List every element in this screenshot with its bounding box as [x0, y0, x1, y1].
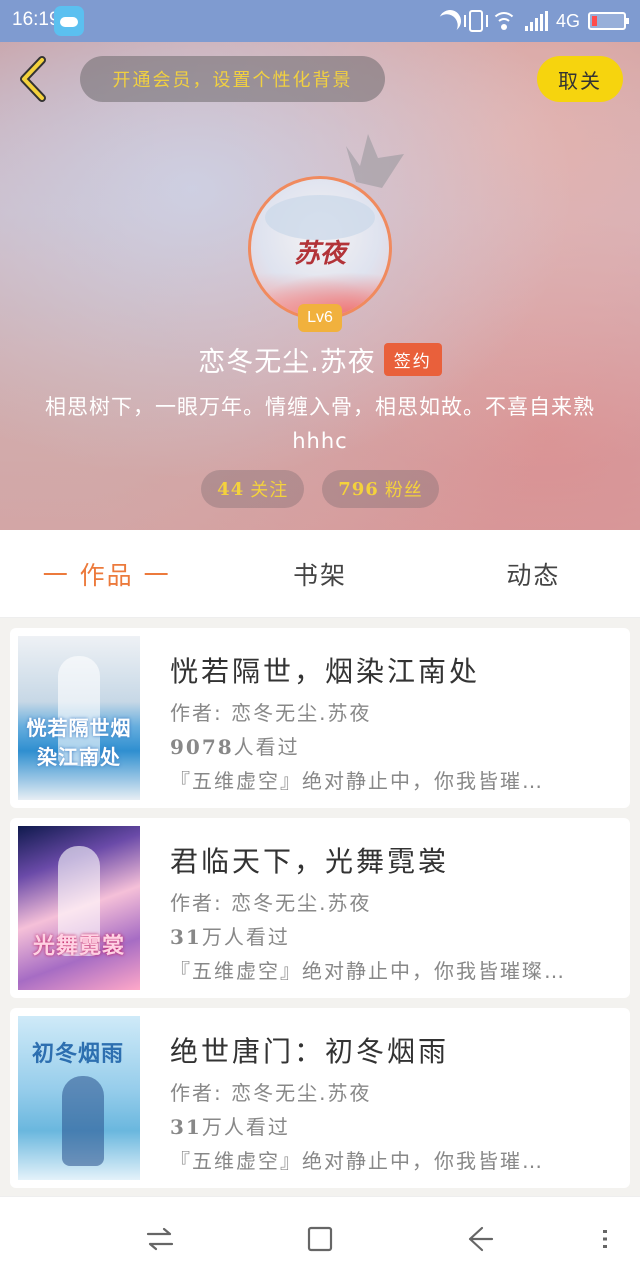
- weather-icon: [54, 6, 84, 36]
- cover-title: 初冬烟雨: [32, 1042, 125, 1067]
- recent-apps-button[interactable]: [120, 1197, 200, 1280]
- book-card[interactable]: 光舞霓裳 君临天下，光舞霓裳 作者: 恋冬无尘.苏夜 31万人看过 『五维虚空』…: [10, 818, 630, 998]
- book-description: 『五维虚空』绝对静止中，你我皆璀…: [170, 769, 544, 793]
- following-count: 44: [217, 478, 245, 500]
- following-stat[interactable]: 44 关注: [201, 470, 305, 508]
- followers-count: 796: [338, 478, 379, 500]
- book-views: 31万人看过: [170, 925, 290, 949]
- menu-icon: [603, 1230, 607, 1248]
- avatar-text: 苏夜: [293, 239, 346, 269]
- name-row: 恋冬无尘.苏夜 签约: [0, 340, 640, 379]
- network-type: 4G: [555, 10, 580, 31]
- username: 恋冬无尘.苏夜: [198, 347, 376, 378]
- book-card[interactable]: 初冬烟雨 绝世唐门：初冬烟雨 作者: 恋冬无尘.苏夜 31万人看过 『五维虚空』…: [10, 1008, 630, 1188]
- user-bio: 相思树下，一眼万年。情缠入骨，相思如故。不喜自来熟hhhc: [45, 395, 595, 453]
- battery-icon: [588, 12, 629, 30]
- book-author: 作者: 恋冬无尘.苏夜: [170, 891, 372, 915]
- tab-bookshelf[interactable]: 书架: [213, 530, 426, 617]
- home-button[interactable]: [280, 1197, 360, 1280]
- home-square-icon: [307, 1226, 333, 1252]
- tab-activity[interactable]: 动态: [427, 530, 640, 617]
- book-title: 君临天下，光舞霓裳: [170, 845, 450, 878]
- signal-icon: [524, 11, 548, 31]
- wifi-icon: [490, 10, 517, 32]
- status-icons: 4G: [439, 6, 629, 36]
- book-cover: 恍若隔世烟染江南处: [18, 636, 140, 800]
- profile-tabs: 一 作品 一 书架 动态: [0, 530, 640, 618]
- book-description: 『五维虚空』绝对静止中，你我皆璀璨…: [170, 959, 566, 983]
- system-nav-bar: [0, 1196, 640, 1280]
- book-description: 『五维虚空』绝对静止中，你我皆璀…: [170, 1149, 544, 1173]
- follow-stats: 44 关注 796 粉丝: [0, 470, 640, 508]
- book-views: 31万人看过: [170, 1115, 290, 1139]
- book-title: 恍若隔世，烟染江南处: [170, 655, 481, 688]
- vip-background-banner[interactable]: 开通会员，设置个性化背景: [80, 56, 385, 102]
- vibrate-icon: [463, 10, 488, 32]
- book-card[interactable]: 恍若隔世烟染江南处 恍若隔世，烟染江南处 作者: 恋冬无尘.苏夜 9078人看过…: [10, 628, 630, 808]
- back-arrow-icon: [468, 1226, 494, 1252]
- switch-icon: [146, 1227, 174, 1251]
- book-views: 9078人看过: [170, 735, 300, 759]
- system-back-button[interactable]: [440, 1197, 520, 1280]
- tab-works[interactable]: 一 作品 一: [0, 530, 213, 617]
- book-cover: 光舞霓裳: [18, 826, 140, 990]
- back-button[interactable]: [12, 54, 56, 104]
- level-badge: Lv6: [298, 304, 342, 332]
- book-cover: 初冬烟雨: [18, 1016, 140, 1180]
- followers-stat[interactable]: 796 粉丝: [322, 470, 439, 508]
- followers-label: 粉丝: [384, 480, 423, 501]
- cover-title: 恍若隔世烟染江南处: [26, 716, 132, 769]
- profile-header: 开通会员，设置个性化背景 取关 苏夜 Lv6 恋冬无尘.苏夜 签约 相思树下，一…: [0, 42, 640, 530]
- book-author: 作者: 恋冬无尘.苏夜: [170, 701, 372, 725]
- signed-badge: 签约: [383, 343, 442, 376]
- book-title: 绝世唐门：初冬烟雨: [170, 1035, 450, 1068]
- following-label: 关注: [250, 480, 289, 501]
- avatar[interactable]: 苏夜: [248, 176, 392, 320]
- status-time: 16:19: [12, 9, 60, 30]
- book-author: 作者: 恋冬无尘.苏夜: [170, 1081, 372, 1105]
- unfollow-button[interactable]: 取关: [537, 56, 623, 102]
- status-bar: 16:19 4G: [0, 0, 640, 42]
- menu-button[interactable]: [565, 1197, 640, 1280]
- chevron-left-icon: [20, 56, 46, 102]
- book-list: 恍若隔世烟染江南处 恍若隔世，烟染江南处 作者: 恋冬无尘.苏夜 9078人看过…: [10, 628, 630, 1198]
- moon-icon: [435, 6, 465, 36]
- cover-title: 光舞霓裳: [32, 934, 125, 959]
